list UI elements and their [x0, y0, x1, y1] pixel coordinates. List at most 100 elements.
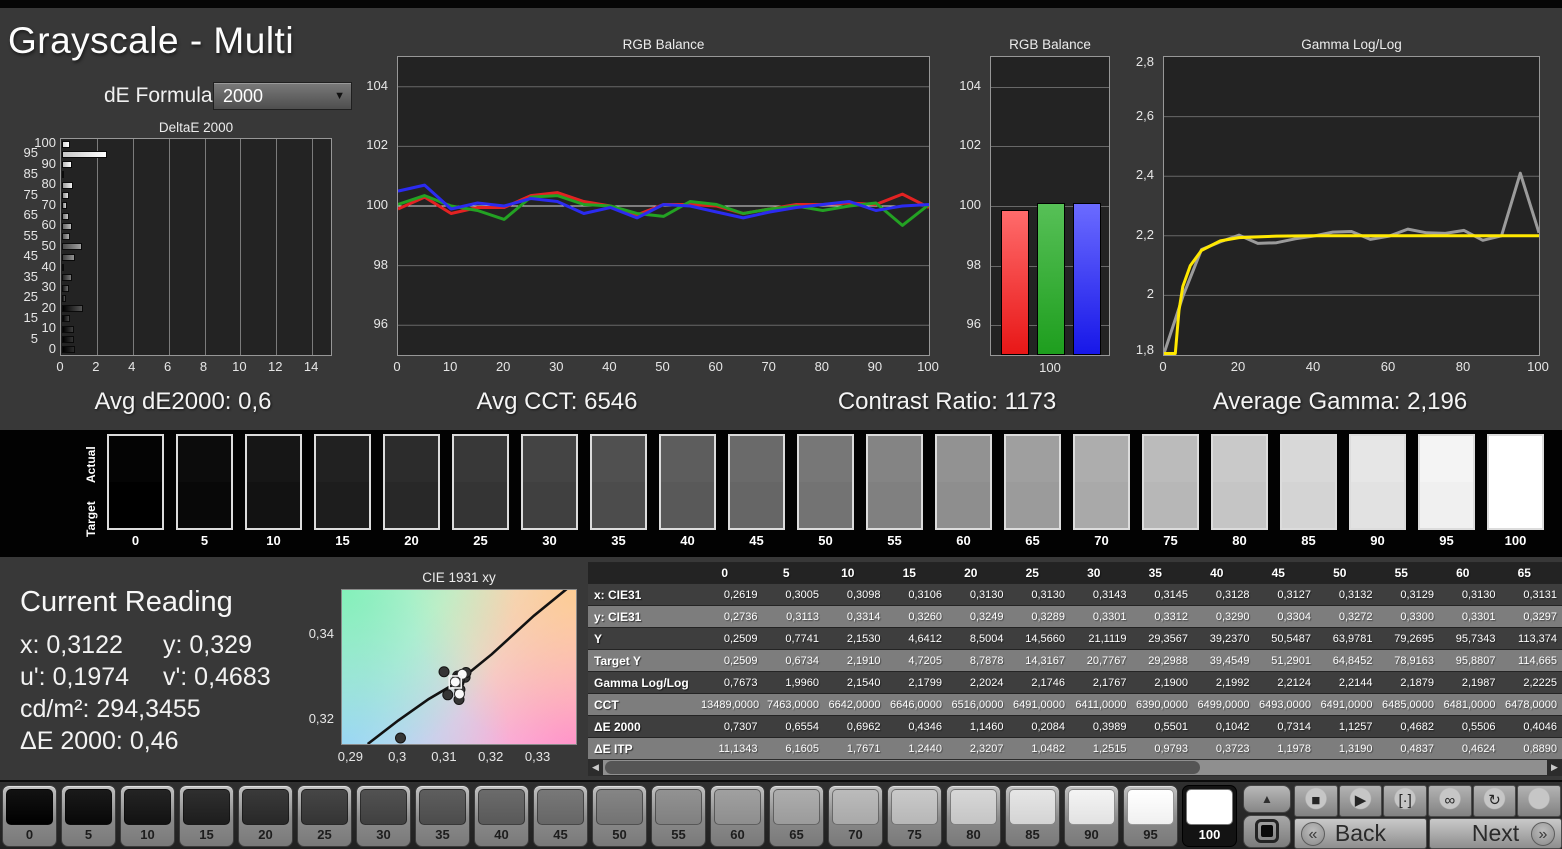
- rgb-line-x-tick-label: 100: [914, 359, 942, 374]
- patch-button-40[interactable]: 40: [474, 785, 529, 847]
- table-cell: 6646,0000: [886, 694, 948, 715]
- scrollbar-track[interactable]: [603, 760, 1547, 775]
- strip-swatch-70: [1073, 434, 1130, 530]
- patch-button-45[interactable]: 45: [533, 785, 588, 847]
- table-cell: 0,7314: [1255, 716, 1317, 737]
- patch-button-label: 40: [475, 827, 528, 842]
- measurement-point: [439, 667, 449, 677]
- rgb-line-svg: [398, 57, 929, 355]
- table-cell: 0,7307: [701, 716, 763, 737]
- patch-window-button[interactable]: [1243, 815, 1291, 848]
- patch-button-65[interactable]: 65: [769, 785, 824, 847]
- patch-button-70[interactable]: 70: [828, 785, 883, 847]
- gamma-y-tick-label: 1,8: [1136, 342, 1154, 357]
- table-cell: 39,4549: [1193, 650, 1255, 671]
- strip-swatch-label: 70: [1073, 533, 1130, 548]
- rgb-bar-y-tick-label: 100: [959, 197, 981, 212]
- patch-up-button[interactable]: ▲: [1243, 785, 1291, 813]
- cie-x-axis: 0,290,30,310,320,33: [341, 749, 579, 765]
- marker-button[interactable]: [·]: [1383, 785, 1427, 817]
- patch-button-20[interactable]: 20: [238, 785, 293, 847]
- deltae-y-tick-label: 5: [31, 331, 38, 346]
- table-cell: 0,3129: [1378, 584, 1440, 605]
- patch-button-10[interactable]: 10: [120, 785, 175, 847]
- strip-swatch-95: [1418, 434, 1475, 530]
- patch-color-swatch: [301, 789, 348, 825]
- table-cell: 6516,0000: [947, 694, 1009, 715]
- table-cell: 0,5501: [1132, 716, 1194, 737]
- patch-button-80[interactable]: 80: [946, 785, 1001, 847]
- deltae-gridline: [276, 139, 277, 355]
- patch-button-50[interactable]: 50: [592, 785, 647, 847]
- scroll-left-icon[interactable]: ◀: [588, 759, 603, 776]
- rgb-line-x-tick-label: 30: [542, 359, 570, 374]
- patch-color-swatch: [773, 789, 820, 825]
- de-formula-dropdown[interactable]: 2000 ▼: [213, 82, 352, 110]
- strip-actual-half: [799, 436, 852, 482]
- patch-button-30[interactable]: 30: [356, 785, 411, 847]
- patch-button-35[interactable]: 35: [415, 785, 470, 847]
- patch-button-90[interactable]: 90: [1064, 785, 1119, 847]
- table-cell: 2,2144: [1316, 672, 1378, 693]
- top-divider: [0, 0, 1562, 8]
- stop-button[interactable]: ■: [1294, 785, 1338, 817]
- patch-button-60[interactable]: 60: [710, 785, 765, 847]
- strip-actual-half: [661, 436, 714, 482]
- strip-target-half: [937, 482, 990, 528]
- rgb-bar-y-tick-label: 98: [967, 257, 981, 272]
- refresh-button[interactable]: ↻: [1473, 785, 1517, 817]
- rgb-line-x-tick-label: 60: [702, 359, 730, 374]
- patch-button-0[interactable]: 0: [2, 785, 57, 847]
- table-cell: 2,1799: [886, 672, 948, 693]
- table-column-header: 45: [1255, 563, 1317, 583]
- patch-button-15[interactable]: 15: [179, 785, 234, 847]
- table-column-header: 30: [1070, 563, 1132, 583]
- strip-swatch-20: [383, 434, 440, 530]
- strip-swatch-25: [452, 434, 509, 530]
- strip-swatch-label: 35: [590, 533, 647, 548]
- patch-button-100[interactable]: 100: [1182, 785, 1237, 847]
- strip-actual-half: [523, 436, 576, 482]
- deltae-bar: [62, 295, 66, 302]
- current-reading-heading: Current Reading: [20, 586, 335, 619]
- strip-target-half: [661, 482, 714, 528]
- table-cell: 0,4624: [1439, 738, 1501, 759]
- scrollbar-thumb[interactable]: [605, 761, 1200, 774]
- infinity-button[interactable]: ∞: [1428, 785, 1472, 817]
- strip-swatch-label: 15: [314, 533, 371, 548]
- table-cell: 0,3130: [947, 584, 1009, 605]
- patch-button-85[interactable]: 85: [1005, 785, 1060, 847]
- patch-button-5[interactable]: 5: [61, 785, 116, 847]
- table-cell: 6411,0000: [1070, 694, 1132, 715]
- rgb-balance-line-title: RGB Balance: [397, 37, 930, 52]
- next-button[interactable]: Next »: [1429, 818, 1562, 849]
- deltae-bar: [62, 202, 67, 209]
- patch-button-95[interactable]: 95: [1123, 785, 1178, 847]
- strip-swatch-label: 55: [866, 533, 923, 548]
- patch-button-25[interactable]: 25: [297, 785, 352, 847]
- deltae-bar: [62, 223, 72, 230]
- strip-target-half: [868, 482, 921, 528]
- open-measurement-point: [457, 669, 467, 679]
- table-cell: 0,3143: [1070, 584, 1132, 605]
- table-cell: 6491,0000: [1009, 694, 1071, 715]
- gamma-x-tick-label: 0: [1149, 359, 1177, 374]
- rgb-line-x-tick-label: 70: [755, 359, 783, 374]
- scroll-right-icon[interactable]: ▶: [1547, 759, 1562, 776]
- table-cell: 114,665: [1501, 650, 1562, 671]
- table-cell: 6390,0000: [1132, 694, 1194, 715]
- back-button[interactable]: « Back: [1294, 818, 1427, 849]
- table-cell: 2,1900: [1132, 672, 1194, 693]
- rgb-line-y-tick-label: 104: [366, 78, 388, 93]
- patch-button-label: 30: [357, 827, 410, 842]
- patch-button-75[interactable]: 75: [887, 785, 942, 847]
- patch-button-55[interactable]: 55: [651, 785, 706, 847]
- play-button[interactable]: ▶: [1339, 785, 1383, 817]
- strip-swatch-45: [728, 434, 785, 530]
- deltae-gridline: [205, 139, 206, 355]
- table-cell: 0,3260: [886, 606, 948, 627]
- reading-de-value: 0,46: [130, 727, 179, 755]
- patch-button-label: 45: [534, 827, 587, 842]
- indicator-button[interactable]: [1517, 785, 1561, 817]
- deltae-gridline: [133, 139, 134, 355]
